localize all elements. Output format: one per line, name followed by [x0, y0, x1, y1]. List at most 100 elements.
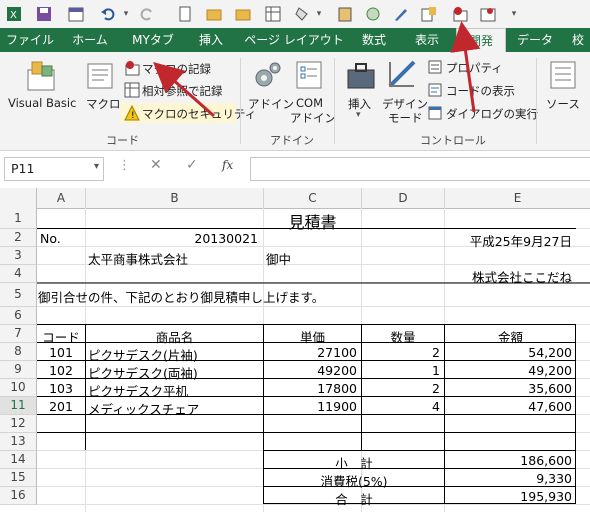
header-price[interactable]: 単価 [264, 327, 361, 346]
tab-insert[interactable]: 挿入 [186, 28, 236, 52]
customize-qat-icon[interactable]: ▾ [505, 5, 523, 23]
row-header[interactable]: 13 [0, 433, 37, 451]
header-qty[interactable]: 数量 [362, 327, 444, 346]
item-price[interactable]: 17800 [264, 381, 357, 396]
record-macro-button[interactable]: マクロの記録 [142, 61, 211, 77]
com-addin-icon[interactable] [294, 60, 324, 92]
greeting-text[interactable]: 御引合せの件、下記のとおり御見積申し上げます。 [38, 287, 324, 306]
subtotal-value[interactable]: 186,600 [445, 453, 572, 468]
item-price[interactable]: 11900 [264, 399, 357, 414]
enter-icon[interactable]: ✓ [186, 157, 198, 173]
row-header[interactable]: 9 [0, 361, 37, 379]
visual-basic-button[interactable]: Visual Basic [8, 96, 76, 110]
item-name[interactable]: メディックスチェア [88, 399, 199, 418]
run-dialog-button[interactable]: ダイアログの実行 [446, 106, 538, 122]
tab-home[interactable]: ホーム [62, 28, 118, 52]
pen-icon[interactable] [392, 5, 410, 23]
tab-page-layout[interactable]: ページ レイアウト [244, 28, 344, 52]
source-icon[interactable] [548, 60, 578, 92]
date-cell[interactable]: 平成25年9月27日 [420, 231, 572, 250]
item-code[interactable]: 103 [37, 381, 85, 396]
formula-input[interactable] [250, 157, 590, 181]
item-amount[interactable]: 49,200 [445, 363, 572, 378]
tax-label[interactable]: 消費税(5%) [264, 471, 444, 490]
undo-icon[interactable] [99, 5, 117, 23]
item-code[interactable]: 102 [37, 363, 85, 378]
copy-format-icon[interactable] [420, 5, 438, 23]
fill-dropdown-icon[interactable]: ▾ [310, 5, 328, 23]
table-icon[interactable] [264, 5, 282, 23]
tab-mytab[interactable]: MYタブ [122, 28, 184, 52]
row-header-selected[interactable]: 11 [0, 397, 37, 415]
undo-dropdown-icon[interactable]: ▾ [117, 5, 135, 23]
no-value[interactable]: 20130021 [140, 231, 258, 246]
view-code-icon[interactable] [428, 83, 442, 97]
col-header-e[interactable]: E [445, 188, 590, 209]
onchu-cell[interactable]: 御中 [266, 249, 291, 268]
open-folder-icon[interactable] [205, 5, 223, 23]
company-name[interactable]: 株式会社ここだね [420, 267, 572, 286]
header-amount[interactable]: 金額 [445, 327, 576, 346]
item-amount[interactable]: 35,600 [445, 381, 572, 396]
clipboard-icon[interactable] [336, 5, 354, 23]
row-header[interactable]: 12 [0, 415, 37, 433]
source-button[interactable]: ソース [546, 96, 580, 112]
row-header[interactable]: 5 [0, 283, 37, 307]
toolbox-icon[interactable] [346, 60, 376, 92]
row-header[interactable]: 6 [0, 307, 37, 325]
addin-button[interactable]: アドイン [248, 96, 294, 112]
insert-dropdown-icon[interactable]: ▾ [356, 110, 361, 120]
item-code[interactable]: 101 [37, 345, 85, 360]
item-code[interactable]: 201 [37, 399, 85, 414]
tab-developer[interactable]: 開発 [456, 28, 506, 53]
design-mode-icon[interactable] [386, 58, 418, 92]
select-all-corner[interactable] [0, 188, 37, 209]
insert-function-icon[interactable]: fx [222, 158, 233, 172]
warning-icon[interactable]: ! [124, 105, 140, 121]
record-macro-qat-icon[interactable] [451, 5, 469, 23]
tax-value[interactable]: 9,330 [445, 471, 572, 486]
new-document-icon[interactable] [176, 5, 194, 23]
cancel-icon[interactable]: ✕ [150, 157, 162, 173]
run-dialog-icon[interactable] [428, 106, 442, 120]
properties-icon[interactable] [428, 60, 442, 74]
design-mode-button-line2[interactable]: モード [388, 110, 423, 126]
name-box[interactable]: P11 ▾ [4, 157, 104, 181]
tab-formulas[interactable]: 数式 [348, 28, 400, 52]
header-code[interactable]: コード [37, 327, 85, 346]
no-label[interactable]: No. [40, 231, 61, 246]
row-header[interactable]: 7 [0, 325, 37, 343]
item-name[interactable]: ピクサデスク平机 [88, 381, 188, 400]
macro-icon[interactable] [86, 60, 114, 92]
col-header-d[interactable]: D [362, 188, 445, 209]
total-label[interactable]: 合 計 [264, 489, 444, 508]
subtotal-label[interactable]: 小 計 [264, 453, 444, 472]
properties-button[interactable]: プロパティ [446, 60, 503, 76]
visual-basic-icon[interactable] [24, 60, 58, 92]
tab-data[interactable]: データ [510, 28, 560, 52]
col-header-a[interactable]: A [37, 188, 86, 209]
com-addin-button-line2[interactable]: アドイン [290, 110, 336, 126]
com-addin-button[interactable]: COM [296, 96, 323, 110]
image-icon[interactable] [479, 5, 497, 23]
row-header[interactable]: 4 [0, 265, 37, 283]
record-macro-icon[interactable] [124, 60, 140, 76]
row-header[interactable]: 1 [0, 208, 37, 229]
col-header-b[interactable]: B [86, 188, 264, 209]
row-header[interactable]: 3 [0, 247, 37, 265]
item-qty[interactable]: 1 [362, 363, 440, 378]
relative-reference-button[interactable]: 相対参照で記録 [142, 83, 223, 99]
relative-reference-icon[interactable] [124, 82, 140, 98]
col-header-c[interactable]: C [264, 188, 362, 209]
view-code-button[interactable]: コードの表示 [446, 83, 515, 99]
row-header[interactable]: 14 [0, 451, 37, 469]
calendar-icon[interactable] [67, 5, 85, 23]
item-name[interactable]: ピクサデスク(片袖) [88, 345, 198, 364]
row-header[interactable]: 16 [0, 487, 37, 505]
save-icon[interactable] [35, 5, 53, 23]
sheet-title[interactable]: 見積書 [264, 209, 361, 233]
tab-review[interactable]: 校 [566, 28, 590, 52]
item-qty[interactable]: 2 [362, 381, 440, 396]
item-amount[interactable]: 54,200 [445, 345, 572, 360]
total-value[interactable]: 195,930 [445, 489, 572, 504]
